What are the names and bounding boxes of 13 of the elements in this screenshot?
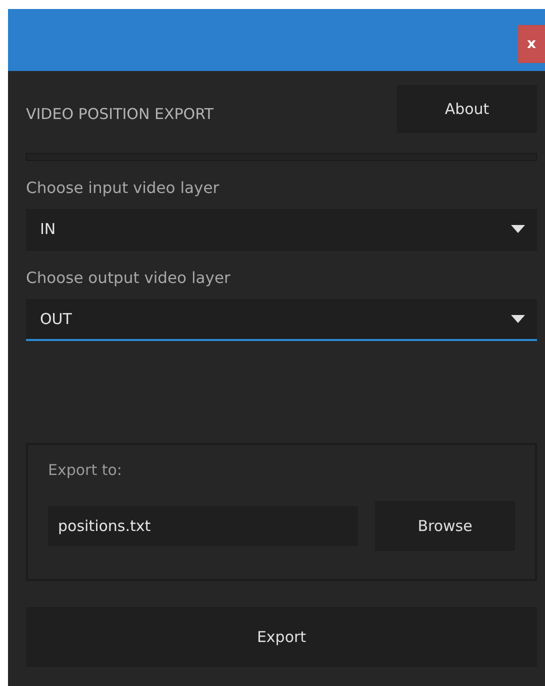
- group-label: Export to:: [48, 461, 123, 479]
- field-label: Choose output video layer: [26, 269, 232, 287]
- panel-title: VIDEO POSITION EXPORT: [26, 105, 214, 123]
- export-button[interactable]: Export: [26, 607, 537, 667]
- browse-button[interactable]: Browse: [375, 501, 515, 551]
- layer-dropdown[interactable]: OUT: [26, 299, 537, 341]
- field-label: Choose input video layer: [26, 179, 220, 197]
- close-button[interactable]: x: [518, 25, 545, 63]
- caret-icon: [511, 225, 525, 233]
- about-button[interactable]: About: [397, 85, 537, 133]
- caret-icon: [511, 315, 525, 323]
- layer-dropdown[interactable]: IN: [26, 209, 537, 251]
- path-field[interactable]: positions.txt: [48, 506, 358, 546]
